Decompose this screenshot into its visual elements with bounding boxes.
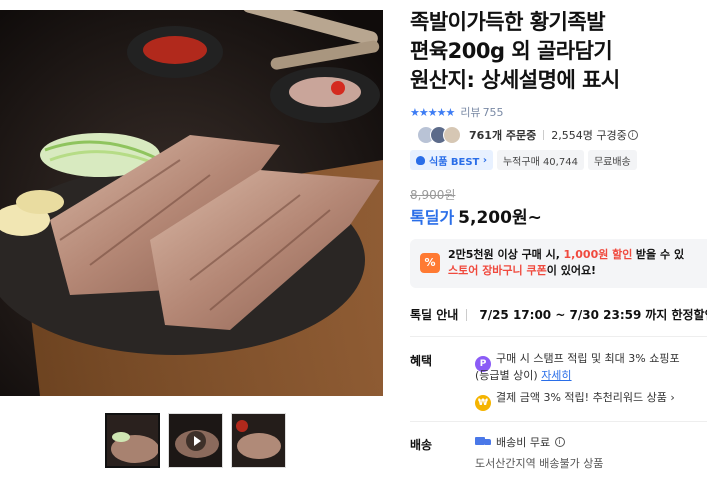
benefit-grade-note: (등급별 상이)	[475, 369, 538, 382]
benefit-reward-text: 결제 금액 3% 적립! 추천리워드 상품	[496, 391, 667, 404]
product-info-panel: 족발이가득한 황기족발 편육200g 외 골라담기 원산지: 상세설명에 표시 …	[410, 0, 707, 488]
info-icon[interactable]: i	[554, 437, 565, 447]
free-shipping-badge: 무료배송	[587, 150, 637, 170]
benefit-reward[interactable]: ₩ 결제 금액 3% 적립! 추천리워드 상품 ›	[475, 389, 675, 411]
product-title-line: 원산지: 상세설명에 표시	[410, 68, 620, 92]
best-badge-label: 식품 BEST	[429, 156, 480, 168]
section-divider	[410, 421, 707, 422]
price-row: 톡딜가 5,200원~	[410, 203, 542, 228]
play-icon	[185, 430, 206, 451]
review-label: 리뷰	[460, 106, 481, 119]
coupon-amount: 1,000원 할인	[563, 248, 633, 261]
jokbal-photo	[0, 10, 383, 396]
shipping-fee: 배송비 무료 i	[475, 434, 565, 450]
info-icon[interactable]: i	[627, 130, 638, 140]
benefit-detail-link[interactable]: 자세히	[541, 369, 571, 382]
coupon-condition: 2만5천원 이상 구매 시,	[448, 248, 560, 261]
review-count: 755	[482, 106, 504, 119]
tag-row: 식품 BEST › 누적구매 40,744 무료배송	[410, 150, 637, 170]
shield-icon	[416, 155, 425, 165]
benefit-label: 혜택	[410, 354, 433, 368]
thumbnail-strip	[105, 413, 286, 468]
won-icon: ₩	[475, 395, 491, 411]
coupon-banner[interactable]: % 2만5천원 이상 구매 시, 1,000원 할인 받을 수 있 스토어 장바…	[410, 239, 707, 288]
product-title-line: 편육200g 외 골라담기	[410, 39, 613, 63]
section-divider	[410, 336, 707, 337]
rating-row: ★★★★★ 리뷰 755	[410, 104, 504, 120]
deal-info-row: 톡딜 안내 7/25 17:00 ~ 7/30 23:59 까지 한정할인	[410, 306, 707, 323]
best-badge[interactable]: 식품 BEST ›	[410, 150, 493, 170]
benefit-point-text: 구매 시 스탬프 적립 및 최대 3% 쇼핑포	[496, 352, 680, 365]
thumbnail-3[interactable]	[231, 413, 286, 468]
divider	[466, 308, 468, 321]
coupon-type: 스토어 장바구니 쿠폰	[448, 264, 547, 277]
deal-period: 7/25 17:00 ~ 7/30 23:59	[479, 307, 642, 322]
coupon-line-2: 스토어 장바구니 쿠폰이 있어요!	[448, 263, 707, 279]
buyers-row: 761개 주문중 2,554명 구경중 i	[417, 126, 638, 144]
star-rating-icon: ★★★★★	[410, 105, 455, 119]
coupon-icon: %	[420, 253, 440, 273]
deal-info-label: 톡딜 안내	[410, 308, 459, 322]
deal-price-label: 톡딜가	[410, 208, 455, 227]
product-title: 족발이가득한 황기족발 편육200g 외 골라담기 원산지: 상세설명에 표시	[410, 8, 707, 95]
product-main-image[interactable]	[0, 10, 383, 396]
wishlist-count: 2,554명 구경중	[551, 129, 627, 142]
original-price: 8,900원	[410, 188, 456, 202]
divider	[543, 130, 545, 140]
shipping-note: 도서산간지역 배송불가 상품	[475, 457, 604, 470]
coupon-suffix: 받을 수 있	[635, 248, 685, 261]
review-link[interactable]: 리뷰 755	[460, 104, 503, 120]
thumbnail-1[interactable]	[105, 413, 160, 468]
shipping-label: 배송	[410, 438, 433, 452]
product-title-line: 족발이가득한 황기족발	[410, 10, 606, 34]
coupon-line2-suffix: 이 있어요!	[546, 264, 597, 277]
cumulative-purchase-badge: 누적구매 40,744	[496, 150, 584, 170]
sale-price: 5,200원~	[458, 208, 542, 228]
order-count: 761개 주문중	[469, 129, 537, 142]
buyer-avatars	[417, 126, 461, 144]
coupon-line-1: 2만5천원 이상 구매 시, 1,000원 할인 받을 수 있	[448, 247, 707, 263]
deal-period-suffix: 까지 한정할인	[645, 308, 707, 322]
benefit-point-detail: (등급별 상이) 자세히	[475, 367, 572, 384]
chevron-right-icon: ›	[670, 391, 675, 404]
thumbnail-video[interactable]	[168, 413, 223, 468]
avatar	[443, 126, 461, 144]
truck-icon	[475, 436, 491, 448]
shipping-fee-text: 배송비 무료	[496, 436, 551, 449]
